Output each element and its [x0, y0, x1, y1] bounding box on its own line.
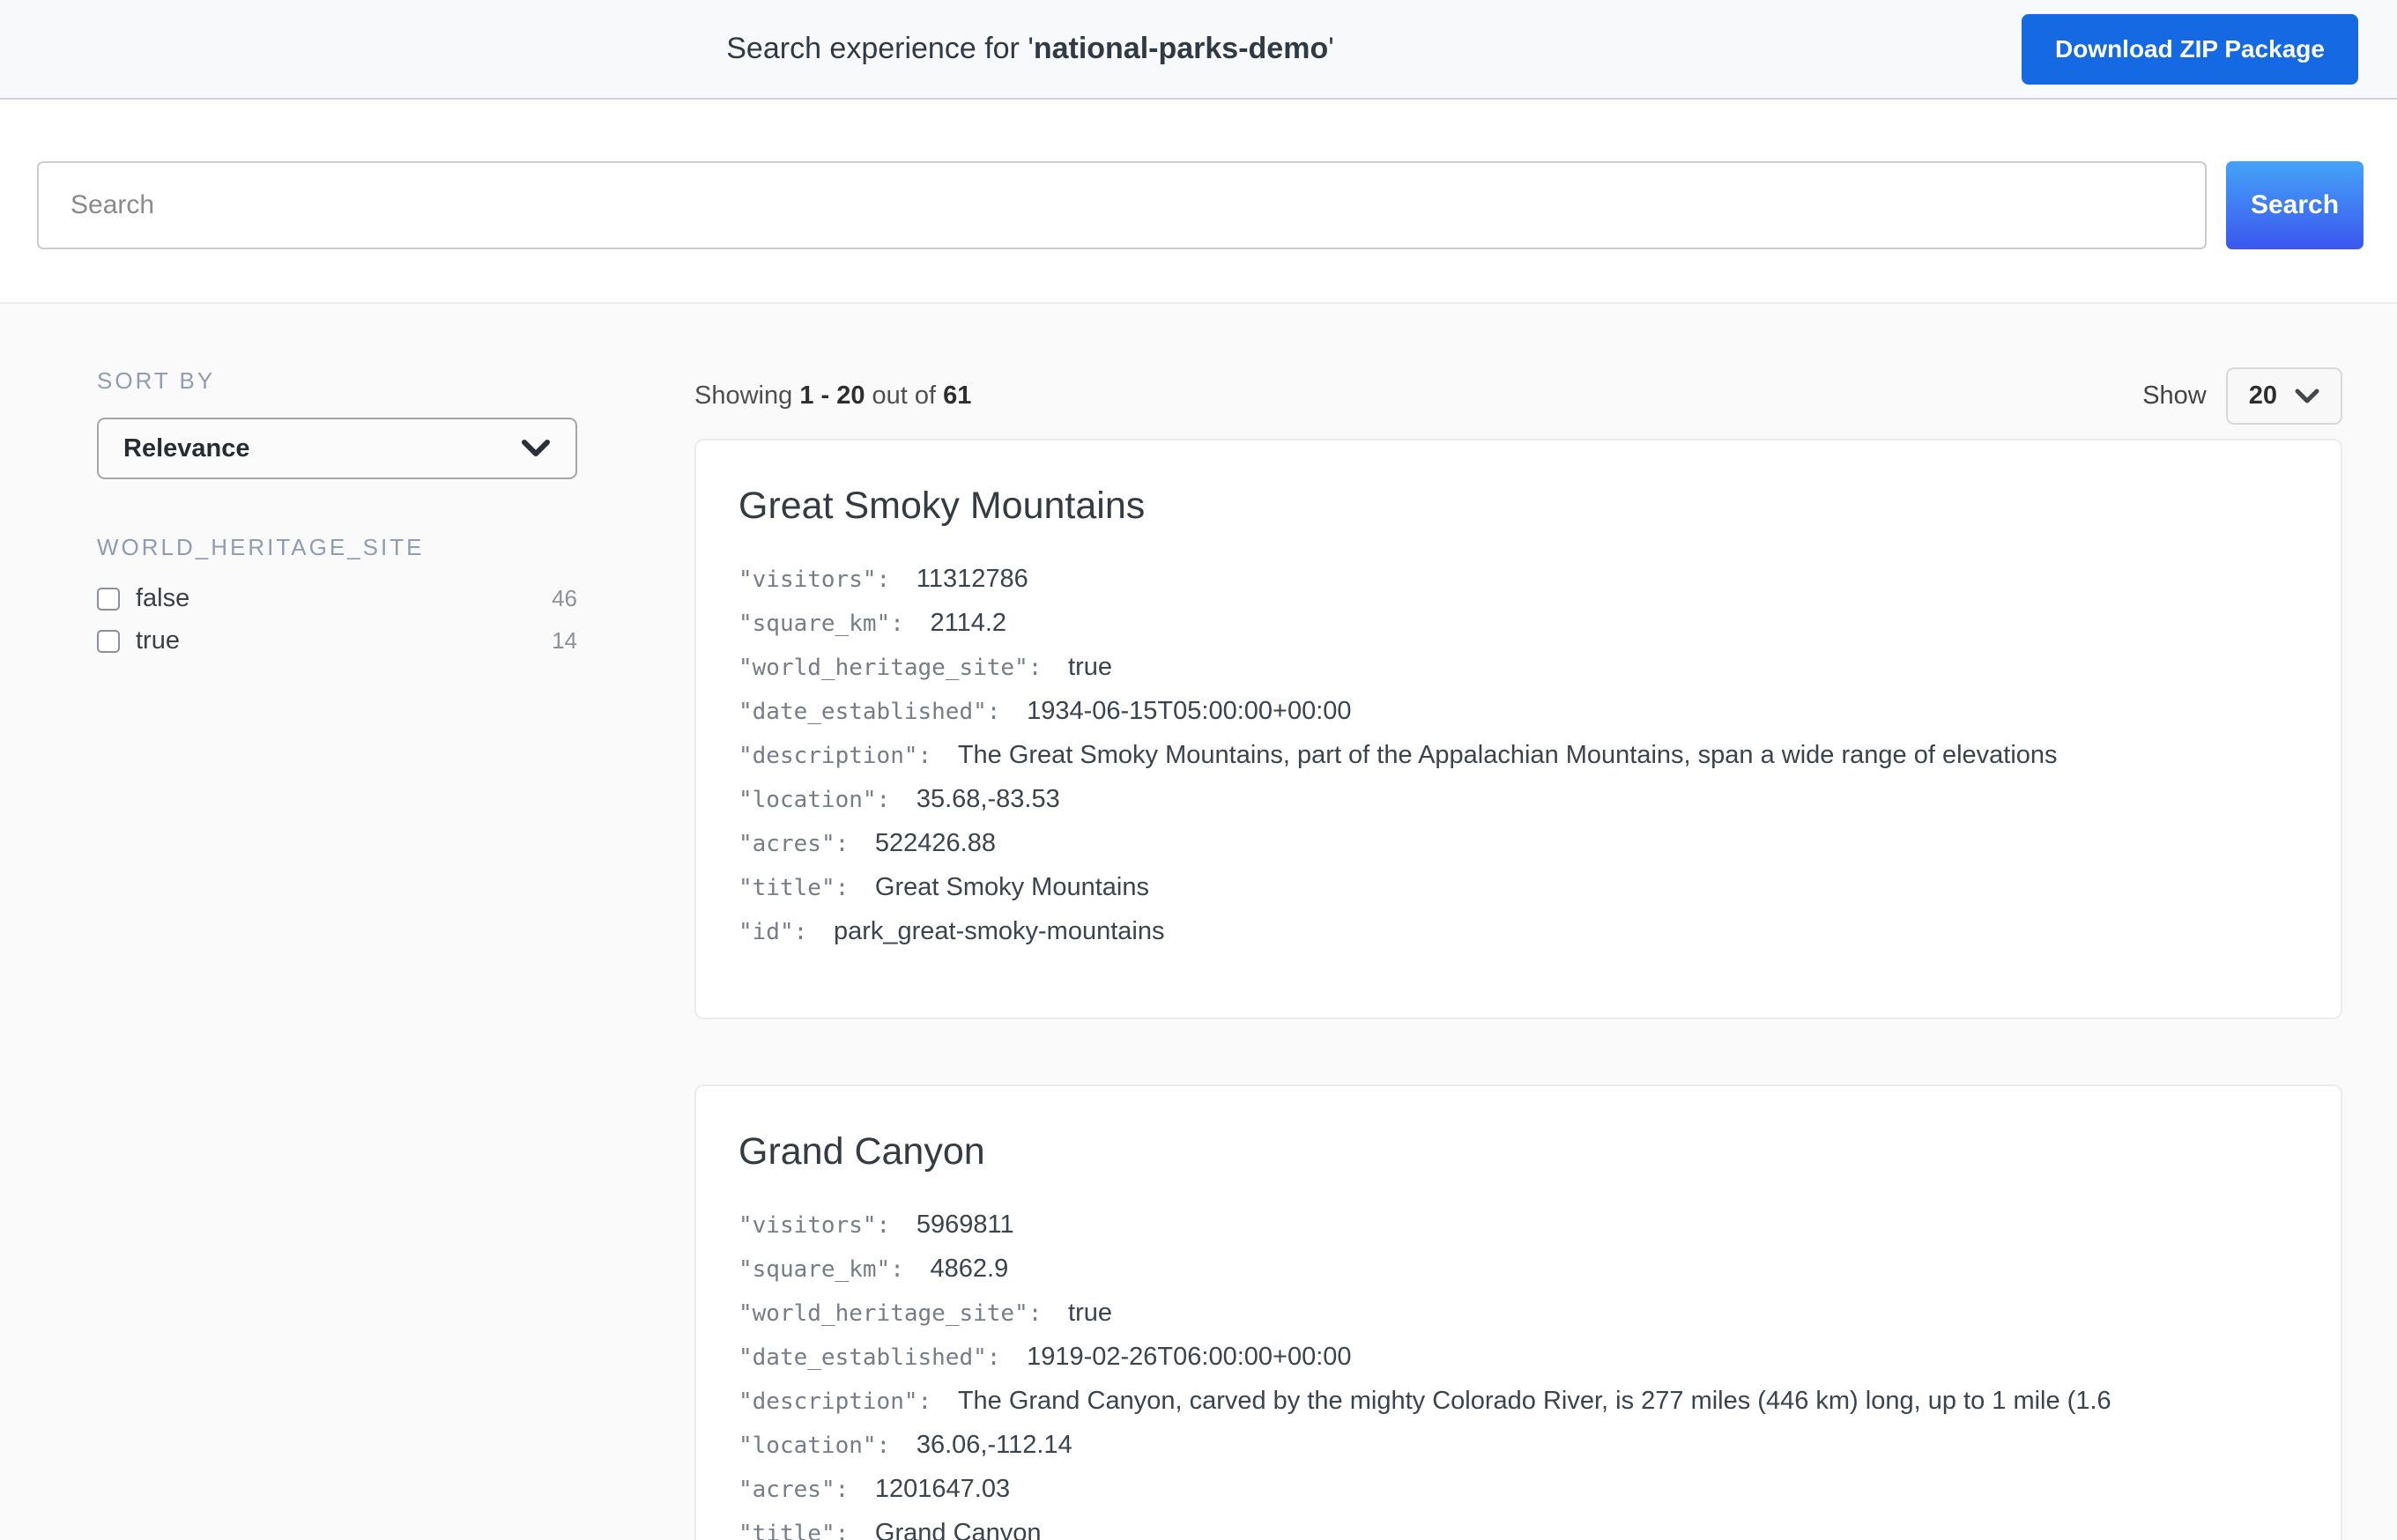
- field-key: date_established: [738, 699, 1014, 725]
- engine-name: national-parks-demo: [1034, 32, 1328, 65]
- sort-select-value: Relevance: [123, 434, 250, 463]
- facet-option[interactable]: false 46: [97, 584, 577, 613]
- sort-by-heading: SORT BY: [97, 367, 577, 395]
- paging-prefix: Showing: [694, 381, 792, 410]
- result-field-row: description The Grand Canyon, carved by t…: [738, 1388, 2298, 1418]
- results-per-page-value: 20: [2249, 381, 2277, 411]
- result-field-row: description The Great Smoky Mountains, pa…: [738, 743, 2298, 772]
- facet-list: WORLD_HERITAGE_SITE false 46: [97, 534, 577, 655]
- result-field-row: visitors 11312786: [738, 566, 2298, 596]
- field-value: 522426.88: [875, 831, 996, 857]
- field-value: true: [1068, 1300, 1112, 1327]
- facet-checkbox[interactable]: [97, 630, 120, 653]
- result-title: Grand Canyon: [738, 1130, 2298, 1174]
- facet-heading: WORLD_HERITAGE_SITE: [97, 534, 577, 561]
- field-key: date_established: [738, 1344, 1014, 1371]
- field-value: 11312786: [916, 566, 1028, 593]
- field-key: visitors: [738, 1212, 904, 1239]
- results-area: Showing 1 - 20 out of 61 Show 20 Great S…: [694, 367, 2342, 1540]
- facet-option-count: 46: [552, 585, 577, 612]
- chevron-down-icon: [521, 439, 551, 458]
- app-header: Search experience for 'national-parks-de…: [0, 0, 2397, 100]
- result-field-row: date_established 1919-02-26T06:00:00+00:0…: [738, 1344, 2298, 1373]
- result-card: Grand Canyon visitors 5969811 square_km 48…: [694, 1085, 2342, 1540]
- facet-block: WORLD_HERITAGE_SITE false 46: [97, 534, 577, 655]
- field-key: world_heritage_site: [738, 655, 1056, 681]
- field-value: The Great Smoky Mountains, part of the A…: [958, 743, 2058, 769]
- search-button[interactable]: Search: [2226, 161, 2364, 249]
- field-value: 36.06,-112.14: [916, 1433, 1072, 1459]
- results-header: Showing 1 - 20 out of 61 Show 20: [694, 367, 2342, 425]
- show-control: Show 20: [2142, 367, 2342, 425]
- field-key: id: [738, 919, 821, 945]
- field-value: Grand Canyon: [875, 1521, 1042, 1540]
- paging-info: Showing 1 - 20 out of 61: [694, 381, 971, 411]
- field-value: 1934-06-15T05:00:00+00:00: [1027, 699, 1351, 725]
- field-key: title: [738, 1521, 863, 1540]
- result-field-row: id park_great-smoky-mountains: [738, 919, 2298, 948]
- field-key: acres: [738, 1477, 863, 1503]
- field-value: 1919-02-26T06:00:00+00:00: [1027, 1344, 1351, 1371]
- results-list: Great Smoky Mountains visitors 11312786 s…: [694, 439, 2342, 1540]
- paging-connector: out of: [872, 381, 937, 410]
- field-key: square_km: [738, 1256, 918, 1283]
- field-key: description: [738, 743, 946, 769]
- field-key: world_heritage_site: [738, 1300, 1056, 1327]
- result-field-row: world_heritage_site true: [738, 1300, 2298, 1329]
- field-value: true: [1068, 655, 1112, 681]
- content-area: SORT BY Relevance WORLD_HERITAGE_SITE fa…: [0, 304, 2397, 1540]
- result-fields: visitors 5969811 square_km 4862.9 world_he…: [738, 1212, 2298, 1540]
- result-field-row: acres 1201647.03: [738, 1477, 2298, 1506]
- field-value: 35.68,-83.53: [916, 787, 1060, 813]
- search-bar-section: Search: [0, 100, 2397, 304]
- result-fields: visitors 11312786 square_km 2114.2 world_h…: [738, 566, 2298, 948]
- result-field-row: location 36.06,-112.14: [738, 1433, 2298, 1462]
- show-label: Show: [2142, 381, 2207, 411]
- sort-select[interactable]: Relevance: [97, 418, 577, 479]
- field-value: park_great-smoky-mountains: [834, 919, 1165, 945]
- field-value: The Grand Canyon, carved by the mighty C…: [958, 1388, 2111, 1415]
- field-key: square_km: [738, 611, 918, 637]
- field-value: 4862.9: [931, 1256, 1009, 1283]
- field-key: acres: [738, 831, 863, 857]
- field-value: Great Smoky Mountains: [875, 875, 1149, 901]
- field-key: location: [738, 787, 904, 813]
- result-field-row: title Grand Canyon: [738, 1521, 2298, 1540]
- result-field-row: acres 522426.88: [738, 831, 2298, 860]
- result-field-row: visitors 5969811: [738, 1212, 2298, 1241]
- search-input[interactable]: [37, 161, 2207, 249]
- facet-option-label: false: [136, 584, 189, 613]
- facet-checkbox[interactable]: [97, 588, 120, 611]
- field-key: visitors: [738, 566, 904, 593]
- field-key: location: [738, 1433, 904, 1459]
- field-key: description: [738, 1388, 946, 1415]
- result-field-row: square_km 2114.2: [738, 611, 2298, 640]
- facet-option[interactable]: true 14: [97, 626, 577, 655]
- paging-total: 61: [943, 381, 971, 410]
- sidebar: SORT BY Relevance WORLD_HERITAGE_SITE fa…: [97, 367, 577, 1540]
- result-field-row: title Great Smoky Mountains: [738, 875, 2298, 904]
- chevron-down-icon: [2295, 389, 2319, 404]
- field-value: 5969811: [916, 1212, 1014, 1239]
- field-key: title: [738, 875, 863, 901]
- page-title-prefix: Search experience for ': [726, 32, 1034, 65]
- field-value: 1201647.03: [875, 1477, 1010, 1503]
- result-card: Great Smoky Mountains visitors 11312786 s…: [694, 439, 2342, 1019]
- result-field-row: square_km 4862.9: [738, 1256, 2298, 1285]
- facet-options: false 46 true 14: [97, 584, 577, 655]
- field-value: 2114.2: [931, 611, 1007, 637]
- result-field-row: world_heritage_site true: [738, 655, 2298, 684]
- download-zip-button[interactable]: Download ZIP Package: [2022, 14, 2358, 85]
- paging-range: 1 - 20: [799, 381, 865, 410]
- page-title-suffix: ': [1328, 32, 1334, 65]
- results-per-page-select[interactable]: 20: [2226, 367, 2342, 425]
- result-title: Great Smoky Mountains: [738, 485, 2298, 528]
- result-field-row: date_established 1934-06-15T05:00:00+00:0…: [738, 699, 2298, 728]
- page-title: Search experience for 'national-parks-de…: [39, 32, 2022, 66]
- facet-option-label: true: [136, 626, 180, 655]
- facet-option-count: 14: [552, 627, 577, 655]
- result-field-row: location 35.68,-83.53: [738, 787, 2298, 816]
